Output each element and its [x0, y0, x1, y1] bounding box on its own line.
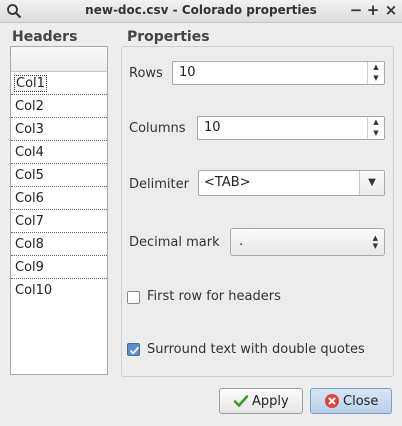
- list-item-label: Col7: [15, 214, 44, 229]
- list-item-label: Col5: [15, 168, 44, 183]
- decimal-mark-label: Decimal mark: [129, 235, 220, 250]
- list-item[interactable]: Col4: [11, 141, 107, 164]
- list-item[interactable]: Col1: [11, 72, 107, 95]
- list-item[interactable]: Col10: [11, 279, 107, 302]
- delimiter-combo[interactable]: <TAB> ▼: [198, 170, 385, 196]
- close-circle-icon: [325, 394, 339, 408]
- list-item[interactable]: Col6: [11, 187, 107, 210]
- list-item[interactable]: Col5: [11, 164, 107, 187]
- decimal-mark-combo[interactable]: . ▲ ▼: [230, 228, 385, 256]
- columns-label: Columns: [129, 121, 186, 136]
- rows-stepper-icon[interactable]: ▲ ▼: [367, 62, 384, 84]
- headers-label: Headers: [12, 29, 78, 45]
- headers-list-column-header: [11, 47, 107, 72]
- close-label: Close: [343, 394, 379, 409]
- list-item-label: Col1: [14, 75, 47, 92]
- surround-quotes-checkbox[interactable]: [127, 343, 140, 356]
- first-row-headers-checkbox[interactable]: [127, 291, 140, 304]
- properties-panel: [121, 46, 394, 377]
- list-item[interactable]: Col7: [11, 210, 107, 233]
- properties-label: Properties: [127, 29, 210, 45]
- list-item-label: Col9: [15, 260, 44, 275]
- apply-label: Apply: [252, 394, 289, 409]
- first-row-headers-label[interactable]: First row for headers: [147, 289, 281, 304]
- list-item-label: Col8: [15, 237, 44, 252]
- close-button[interactable]: Close: [310, 388, 392, 414]
- maximize-button[interactable]: +: [366, 2, 380, 18]
- rows-value: 10: [179, 65, 196, 80]
- close-window-button[interactable]: ×: [384, 2, 398, 18]
- list-item[interactable]: Col9: [11, 256, 107, 279]
- decimal-mark-value: .: [239, 234, 244, 249]
- title-bar: new-doc.csv - Colorado properties − + ×: [0, 0, 402, 23]
- delimiter-value: <TAB>: [204, 175, 251, 190]
- chevron-down-icon[interactable]: ▼: [359, 171, 384, 195]
- list-item-label: Col3: [15, 122, 44, 137]
- headers-list[interactable]: Col1 Col2 Col3 Col4 Col5 Col6 Col7 Col8 Col9 Col1…: [10, 46, 108, 375]
- updown-arrows-icon: ▲ ▼: [372, 234, 378, 250]
- checkmark-icon: [129, 346, 140, 355]
- list-item-label: Col2: [15, 99, 44, 114]
- list-item[interactable]: Col2: [11, 95, 107, 118]
- columns-stepper-icon[interactable]: ▲ ▼: [367, 117, 384, 139]
- columns-spinbox[interactable]: 10 ▲ ▼: [197, 116, 385, 140]
- list-item[interactable]: Col8: [11, 233, 107, 256]
- list-item-label: Col4: [15, 145, 44, 160]
- check-icon: [233, 395, 249, 408]
- minimize-button[interactable]: −: [349, 2, 363, 18]
- rows-spinbox[interactable]: 10 ▲ ▼: [172, 61, 385, 85]
- columns-value: 10: [204, 120, 221, 135]
- apply-button[interactable]: Apply: [219, 388, 303, 414]
- window-title: new-doc.csv - Colorado properties: [85, 3, 317, 17]
- surround-quotes-label[interactable]: Surround text with double quotes: [147, 342, 365, 357]
- delimiter-label: Delimiter: [129, 177, 189, 192]
- list-item[interactable]: Col3: [11, 118, 107, 141]
- list-item-label: Col6: [15, 191, 44, 206]
- rows-label: Rows: [129, 66, 163, 81]
- list-item-label: Col10: [15, 283, 53, 298]
